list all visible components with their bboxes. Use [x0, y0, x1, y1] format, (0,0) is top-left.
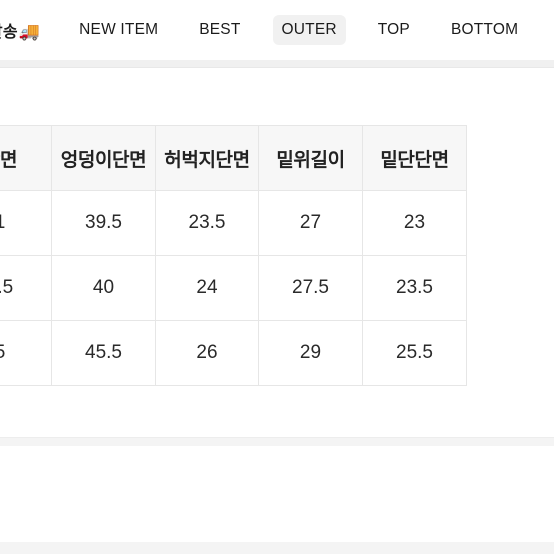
- table-row: 2.5 40 24 27.5 23.5: [0, 255, 467, 321]
- table-header-cell: 허벅지단면: [155, 125, 259, 191]
- nav-section-divider: [0, 60, 554, 68]
- table-cell: 29: [258, 320, 363, 386]
- table-cell: 26: [155, 320, 259, 386]
- table-cell: 39.5: [51, 190, 156, 256]
- table-row: 5 45.5 26 29 25.5: [0, 320, 467, 386]
- truck-icon: 🚚: [18, 21, 41, 41]
- table-header-cell: 밑단단면: [362, 125, 467, 191]
- nav-item-same-day-shipping[interactable]: 일발송 🚚: [0, 12, 42, 48]
- nav-item-made-slacks[interactable]: MADE SLA: [550, 15, 554, 45]
- bottom-action-bar: 2cm 정도의 오차가 발생할 수 있습니다. 관심상품: [0, 446, 554, 554]
- nav-item-bottom[interactable]: BOTTOM: [442, 15, 527, 45]
- table-cell: 27: [258, 190, 363, 256]
- top-navigation-bar: 일발송 🚚 NEW ITEM BEST OUTER TOP BOTTOM MAD…: [0, 0, 554, 60]
- table-header-cell: 엉덩이단면: [51, 125, 156, 191]
- table-cell: 23.5: [362, 255, 467, 321]
- table-cell: 40: [51, 255, 156, 321]
- table-cell: 27.5: [258, 255, 363, 321]
- table-cell: 25.5: [362, 320, 467, 386]
- size-chart-table: 단면 엉덩이단면 허벅지단면 밑위길이 밑단단면 1 39.5 23.5 27 …: [0, 125, 467, 386]
- product-detail-screen: 일발송 🚚 NEW ITEM BEST OUTER TOP BOTTOM MAD…: [0, 0, 554, 554]
- table-cell: 2.5: [0, 255, 52, 321]
- bottom-safe-area: [0, 542, 554, 554]
- table-header-row: 단면 엉덩이단면 허벅지단면 밑위길이 밑단단면: [0, 125, 467, 191]
- nav-item-best[interactable]: BEST: [190, 15, 249, 45]
- table-cell: 23: [362, 190, 467, 256]
- nav-item-top[interactable]: TOP: [369, 15, 419, 45]
- table-header-cell: 단면: [0, 125, 52, 191]
- size-chart-container: 단면 엉덩이단면 허벅지단면 밑위길이 밑단단면 1 39.5 23.5 27 …: [0, 125, 467, 386]
- table-cell: 1: [0, 190, 52, 256]
- table-cell: 24: [155, 255, 259, 321]
- nav-item-outer[interactable]: OUTER: [272, 15, 346, 45]
- table-header-cell: 밑위길이: [258, 125, 363, 191]
- table-cell: 23.5: [155, 190, 259, 256]
- nav-item-new-item[interactable]: NEW ITEM: [70, 15, 167, 45]
- nav-promo-label: 일발송: [0, 24, 18, 41]
- table-cell: 45.5: [51, 320, 156, 386]
- table-row: 1 39.5 23.5 27 23: [0, 190, 467, 256]
- table-cell: 5: [0, 320, 52, 386]
